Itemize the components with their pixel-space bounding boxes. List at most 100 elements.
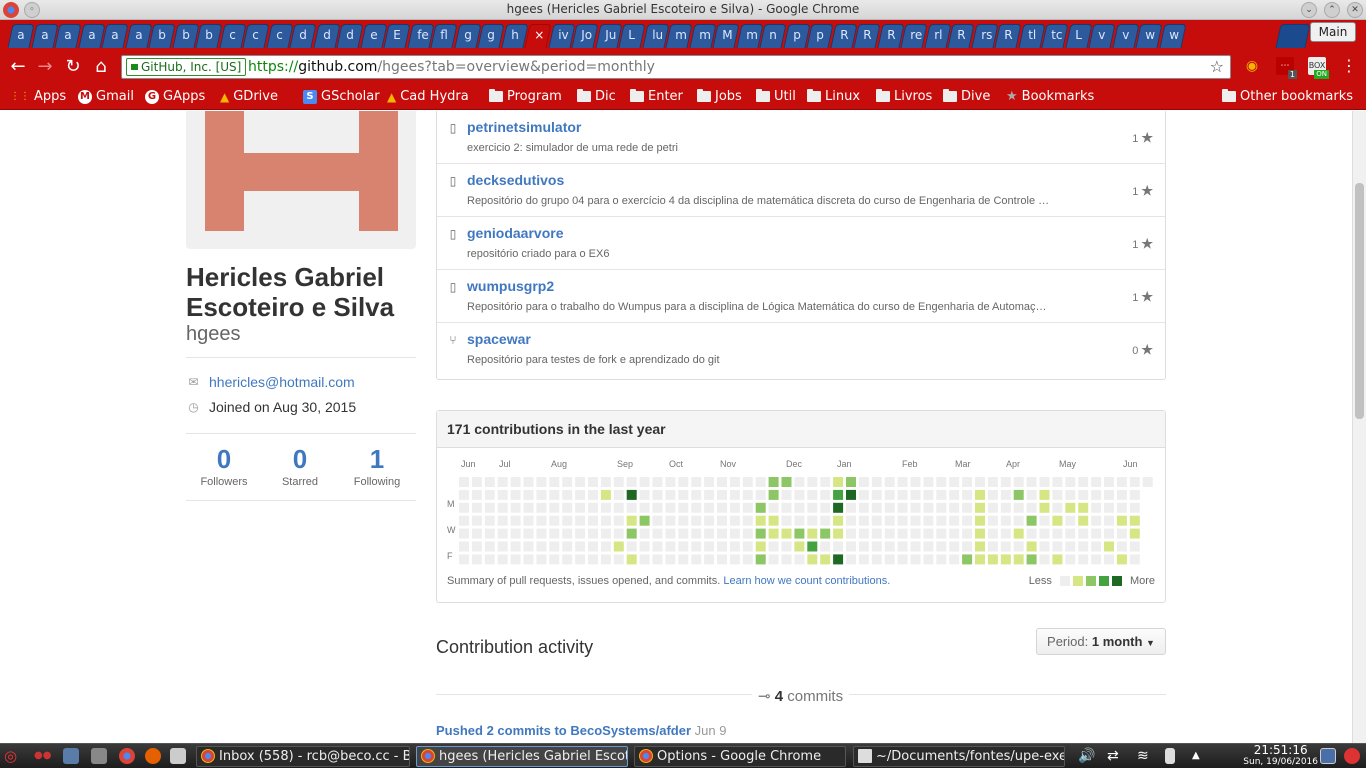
contribution-day-cell[interactable]: [652, 489, 663, 500]
contribution-day-cell[interactable]: [768, 489, 779, 500]
contribution-day-cell[interactable]: [639, 554, 650, 565]
contribution-day-cell[interactable]: [691, 502, 702, 513]
contribution-day-cell[interactable]: [665, 554, 676, 565]
contribution-day-cell[interactable]: [858, 541, 869, 552]
contribution-day-cell[interactable]: [962, 477, 973, 487]
contribution-day-cell[interactable]: [1091, 515, 1102, 526]
contribution-day-cell[interactable]: [600, 528, 611, 539]
browser-tab[interactable]: L: [1064, 24, 1093, 48]
contribution-day-cell[interactable]: [833, 477, 844, 487]
contribution-day-cell[interactable]: [1052, 541, 1063, 552]
contribution-day-cell[interactable]: [652, 477, 663, 487]
contribution-day-cell[interactable]: [794, 502, 805, 513]
contribution-day-cell[interactable]: [471, 541, 482, 552]
contribution-day-cell[interactable]: [665, 477, 676, 487]
contribution-day-cell[interactable]: [523, 515, 534, 526]
contribution-day-cell[interactable]: [626, 554, 637, 565]
contribution-day-cell[interactable]: [729, 541, 740, 552]
contribution-day-cell[interactable]: [884, 477, 895, 487]
contribution-day-cell[interactable]: [949, 489, 960, 500]
contribution-day-cell[interactable]: [459, 515, 469, 526]
contribution-day-cell[interactable]: [588, 515, 598, 526]
contribution-day-cell[interactable]: [975, 515, 985, 526]
contribution-day-cell[interactable]: [833, 541, 844, 552]
contribution-day-cell[interactable]: [536, 489, 547, 500]
contribution-day-cell[interactable]: [755, 554, 766, 565]
contribution-day-cell[interactable]: [471, 554, 482, 565]
contribution-day-cell[interactable]: [884, 489, 895, 500]
close-window-icon[interactable]: ✕: [1347, 2, 1363, 18]
contribution-day-cell[interactable]: [1104, 528, 1114, 539]
contribution-day-cell[interactable]: [987, 489, 998, 500]
contribution-day-cell[interactable]: [858, 489, 869, 500]
contribution-day-cell[interactable]: [858, 515, 869, 526]
contribution-day-cell[interactable]: [962, 515, 973, 526]
contribution-day-cell[interactable]: [562, 541, 573, 552]
tray-arrow-icon[interactable]: ▲: [1192, 748, 1208, 764]
contribution-day-cell[interactable]: [781, 477, 792, 487]
browser-tab[interactable]: n: [759, 24, 787, 48]
contribution-day-cell[interactable]: [626, 489, 637, 500]
contribution-day-cell[interactable]: [1039, 515, 1050, 526]
browser-tab[interactable]: p: [806, 24, 834, 48]
contribution-day-cell[interactable]: [575, 489, 586, 500]
contribution-day-cell[interactable]: [626, 541, 637, 552]
contribution-day-cell[interactable]: [897, 502, 908, 513]
contribution-day-cell[interactable]: [678, 489, 689, 500]
contribution-day-cell[interactable]: [1013, 502, 1024, 513]
repo-stars[interactable]: 1 ★: [1132, 289, 1153, 305]
browser-tab[interactable]: R: [994, 24, 1022, 48]
contribution-day-cell[interactable]: [820, 489, 831, 500]
contribution-day-cell[interactable]: [549, 477, 560, 487]
contribution-day-cell[interactable]: [833, 502, 844, 513]
contribution-day-cell[interactable]: [936, 489, 947, 500]
contribution-day-cell[interactable]: [562, 502, 573, 513]
contribution-day-cell[interactable]: [781, 541, 792, 552]
contribution-day-cell[interactable]: [871, 477, 882, 487]
contribution-day-cell[interactable]: [678, 528, 689, 539]
contribution-day-cell[interactable]: [949, 477, 960, 487]
contribution-day-cell[interactable]: [768, 515, 779, 526]
contribution-day-cell[interactable]: [1039, 528, 1050, 539]
browser-tab[interactable]: fl: [430, 24, 458, 48]
volume-icon[interactable]: 🔊: [1078, 748, 1095, 764]
contribution-day-cell[interactable]: [871, 515, 882, 526]
contribution-day-cell[interactable]: [691, 489, 702, 500]
start-menu-icon[interactable]: ◎: [4, 748, 20, 764]
contribution-day-cell[interactable]: [975, 502, 985, 513]
contribution-day-cell[interactable]: [717, 489, 727, 500]
browser-tab[interactable]: p: [782, 24, 811, 48]
contribution-day-cell[interactable]: [523, 489, 534, 500]
contribution-day-cell[interactable]: [613, 489, 624, 500]
browser-tab[interactable]: Jo: [571, 24, 599, 48]
contribution-day-cell[interactable]: [1104, 489, 1114, 500]
contribution-day-cell[interactable]: [497, 528, 508, 539]
contribution-day-cell[interactable]: [652, 528, 663, 539]
contribution-day-cell[interactable]: [639, 541, 650, 552]
other-bookmarks[interactable]: Other bookmarks: [1222, 89, 1353, 104]
contribution-day-cell[interactable]: [613, 554, 624, 565]
contribution-day-cell[interactable]: [523, 477, 534, 487]
contribution-day-cell[interactable]: [871, 489, 882, 500]
contribution-day-cell[interactable]: [729, 477, 740, 487]
bookmark-dive[interactable]: Dive: [943, 89, 990, 104]
contribution-day-cell[interactable]: [523, 502, 534, 513]
contribution-day-cell[interactable]: [807, 515, 818, 526]
contribution-day-cell[interactable]: [781, 528, 792, 539]
contribution-day-cell[interactable]: [523, 528, 534, 539]
back-icon[interactable]: ←: [7, 56, 29, 78]
browser-tab[interactable]: h: [500, 24, 529, 48]
contribution-day-cell[interactable]: [794, 528, 805, 539]
scrollbar-thumb[interactable]: [1355, 183, 1364, 419]
contribution-day-cell[interactable]: [626, 502, 637, 513]
contribution-day-cell[interactable]: [923, 528, 934, 539]
browser-tab[interactable]: tc: [1041, 24, 1069, 48]
repo-stars[interactable]: 1 ★: [1132, 236, 1153, 252]
contribution-day-cell[interactable]: [729, 528, 740, 539]
contribution-day-cell[interactable]: [1039, 477, 1050, 487]
contribution-day-cell[interactable]: [807, 489, 818, 500]
extension-basket-icon[interactable]: ◉: [1243, 57, 1261, 75]
bookmark-enter[interactable]: Enter: [630, 89, 683, 104]
contribution-day-cell[interactable]: [717, 541, 727, 552]
contribution-day-cell[interactable]: [510, 515, 521, 526]
